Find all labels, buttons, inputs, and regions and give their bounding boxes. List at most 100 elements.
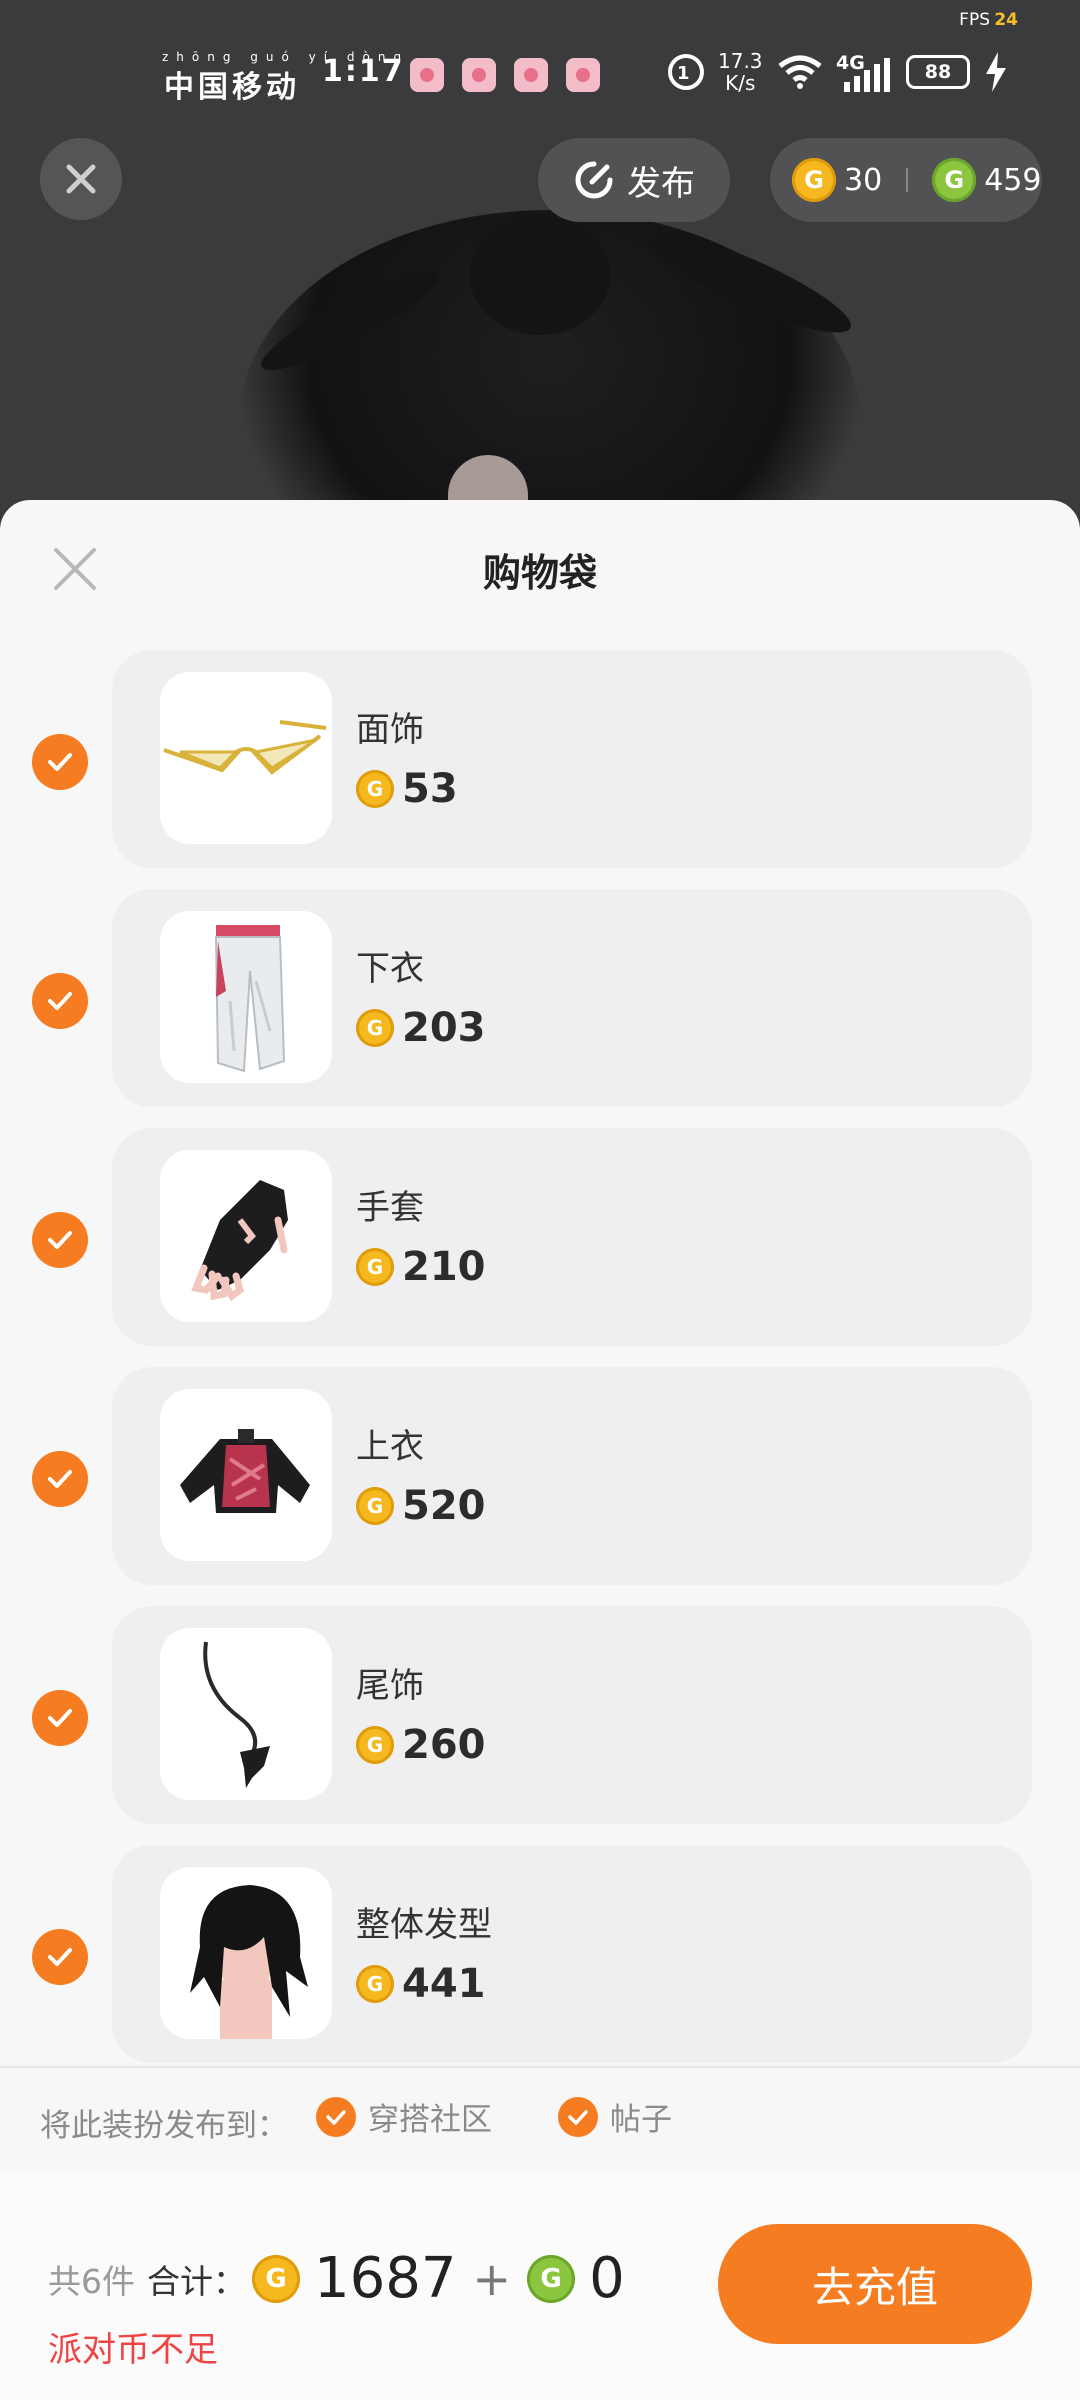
gold-coin-icon: G	[356, 1487, 394, 1525]
item-price-value: 520	[402, 1483, 486, 1529]
gold-coin-balance: 30	[844, 162, 883, 198]
item-count: 共6件	[48, 2261, 135, 2301]
checkmark-icon	[568, 2109, 588, 2125]
svg-text:1: 1	[677, 63, 690, 84]
item-card[interactable]: 上衣 G 520	[112, 1367, 1032, 1585]
item-price: G 260	[356, 1722, 486, 1768]
item-thumbnail	[160, 1867, 332, 2039]
item-price-value: 53	[402, 766, 458, 812]
status-bar: FPS 24 zhōng guó yí dòng 中国移动 1:17 1 17.…	[0, 0, 1080, 120]
option-checkbox[interactable]	[316, 2096, 356, 2137]
item-checkbox[interactable]	[32, 973, 88, 1029]
option-checkbox[interactable]	[558, 2096, 598, 2137]
item-checkbox[interactable]	[32, 734, 88, 790]
item-price: G 203	[356, 1005, 486, 1051]
glasses-icon	[163, 720, 327, 775]
green-coin-balance: 459	[984, 162, 1042, 198]
hairstyle-icon	[190, 1885, 308, 2039]
fps-label: FPS	[959, 10, 990, 30]
jacket-icon	[180, 1429, 310, 1513]
item-thumbnail	[160, 1150, 332, 1322]
cart-item: 下衣 G 203	[0, 889, 1080, 1107]
checkmark-icon	[326, 2109, 346, 2125]
option-label: 穿搭社区	[368, 2102, 492, 2138]
cart-item: 整体发型 G 441	[0, 1845, 1080, 2063]
glove-icon	[191, 1180, 288, 1302]
item-name: 手套	[356, 1188, 424, 1228]
gold-total: 1687	[314, 2246, 457, 2311]
clock: 1:17	[322, 54, 405, 89]
green-coin-icon: G	[932, 158, 977, 202]
notification-icon	[566, 58, 600, 92]
checkmark-icon	[48, 1231, 72, 1249]
checkmark-icon	[48, 753, 72, 771]
publish-option-post[interactable]: 帖子	[558, 2094, 672, 2139]
item-name: 尾饰	[356, 1666, 424, 1706]
item-price: G 210	[356, 1244, 486, 1290]
checkout-footer: 共6件 合计： G 1687 + G 0 派对币不足 去充值	[0, 2172, 1080, 2400]
item-price-value: 260	[402, 1722, 486, 1768]
checkmark-icon	[48, 1948, 72, 1966]
item-thumbnail	[160, 672, 332, 844]
item-name: 整体发型	[356, 1905, 492, 1945]
item-card[interactable]: 下衣 G 203	[112, 889, 1032, 1107]
wallet-balance[interactable]: G 30 G 459	[770, 138, 1042, 222]
item-card[interactable]: 面饰 G 53	[112, 650, 1032, 868]
publish-icon	[575, 161, 613, 199]
signal-icon	[842, 58, 892, 99]
checkmark-icon	[48, 1470, 72, 1488]
item-card[interactable]: 手套 G 210	[112, 1128, 1032, 1346]
item-checkbox[interactable]	[32, 1690, 88, 1746]
item-checkbox[interactable]	[32, 1929, 88, 1985]
notification-icon	[410, 58, 444, 92]
total-summary: 共6件 合计： G 1687 + G 0	[48, 2246, 625, 2311]
item-checkbox[interactable]	[32, 1212, 88, 1268]
item-price: G 441	[356, 1961, 486, 2007]
item-thumbnail	[160, 911, 332, 1083]
net-speed-value: 17.3	[718, 49, 763, 73]
option-label: 帖子	[610, 2102, 672, 2138]
plus-sign: +	[472, 2251, 512, 2306]
tail-icon	[203, 1641, 270, 1788]
pants-icon	[214, 925, 286, 1073]
gold-coin-icon: G	[792, 158, 836, 202]
gold-coin-icon: G	[356, 1009, 394, 1047]
item-checkbox[interactable]	[32, 1451, 88, 1507]
net-speed-unit: K/s	[725, 71, 756, 95]
sheet-title: 购物袋	[482, 551, 597, 595]
gold-coin-icon: G	[252, 2254, 300, 2303]
close-editor-button[interactable]	[40, 138, 122, 220]
item-price-value: 210	[402, 1244, 486, 1290]
battery-indicator: 88	[906, 55, 970, 89]
item-card[interactable]: 整体发型 G 441	[112, 1845, 1032, 2063]
notification-icon	[462, 58, 496, 92]
notification-icon	[514, 58, 548, 92]
item-thumbnail	[160, 1628, 332, 1800]
cart-item: 面饰 G 53	[0, 650, 1080, 868]
checkmark-icon	[48, 992, 72, 1010]
item-thumbnail	[160, 1389, 332, 1561]
charging-icon	[984, 52, 1008, 99]
cart-item: 手套 G 210	[0, 1128, 1080, 1346]
green-coin-icon: G	[527, 2254, 576, 2303]
close-icon	[66, 164, 96, 194]
item-name: 上衣	[356, 1427, 424, 1467]
wifi-icon	[776, 54, 824, 97]
item-price-value: 203	[402, 1005, 486, 1051]
item-card[interactable]: 尾饰 G 260	[112, 1606, 1032, 1824]
publish-to-row: 将此装扮发布到： 穿搭社区 帖子	[0, 2066, 1080, 2174]
item-price: G 520	[356, 1483, 486, 1529]
divider	[906, 168, 909, 192]
publish-button[interactable]: 发布	[538, 138, 730, 222]
gold-coin-icon: G	[356, 1726, 394, 1764]
shopping-bag-sheet: 购物袋 面饰 G 53 下衣 G 203 手套 G 210 上衣 G 520 尾…	[0, 500, 1080, 2400]
volte-icon: 1	[666, 52, 706, 99]
net-speed: 17.3 K/s	[718, 50, 763, 94]
hair-strand	[470, 215, 610, 335]
insufficient-coins-warning: 派对币不足	[48, 2330, 218, 2370]
gold-coin-icon: G	[356, 770, 394, 808]
item-price-value: 441	[402, 1961, 486, 2007]
recharge-button[interactable]: 去充值	[718, 2224, 1032, 2344]
total-label: 合计：	[147, 2261, 246, 2301]
publish-option-community[interactable]: 穿搭社区	[316, 2094, 492, 2139]
